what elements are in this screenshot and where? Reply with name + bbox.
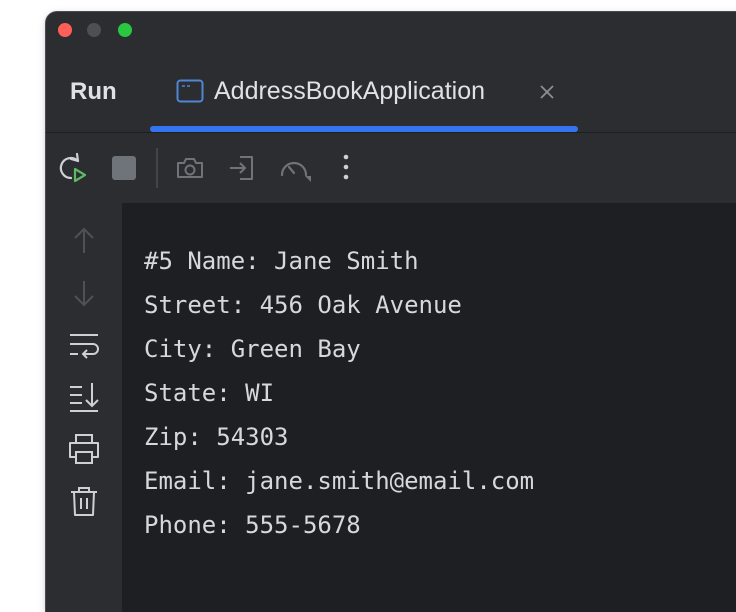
console-line: State: WI	[144, 379, 275, 407]
toolbar-divider	[156, 148, 158, 188]
more-vertical-icon[interactable]	[330, 152, 362, 184]
console-side-toolbar	[46, 203, 122, 612]
window-maximize-button[interactable]	[118, 23, 132, 37]
print-icon[interactable]	[66, 431, 102, 467]
title-bar	[46, 12, 736, 52]
console-line: Zip: 54303	[144, 423, 289, 451]
window-minimize-button[interactable]	[87, 23, 101, 37]
tab-title: AddressBookApplication	[214, 77, 485, 105]
tab-bar: Run AddressBookApplication	[46, 52, 736, 133]
console-line: Street: 456 Oak Avenue	[144, 291, 462, 319]
run-toolbar	[46, 133, 736, 203]
stop-icon[interactable]	[108, 152, 140, 184]
active-tab-indicator	[150, 126, 578, 132]
console-lines: #5 Name: Jane Smith Street: 456 Oak Aven…	[144, 239, 534, 547]
soft-wrap-icon[interactable]	[66, 327, 102, 363]
console-line: #5 Name: Jane Smith	[144, 247, 419, 275]
console-line: Phone: 555-5678	[144, 511, 361, 539]
arrow-down-icon[interactable]	[66, 275, 102, 311]
camera-icon[interactable]	[174, 152, 206, 184]
console-window-icon	[176, 79, 204, 103]
run-tool-window: Run AddressBookApplication #5 Name: Jane…	[46, 12, 736, 612]
console-line: Email: jane.smith@email.com	[144, 467, 535, 495]
rerun-icon[interactable]	[56, 152, 88, 184]
trash-icon[interactable]	[66, 483, 102, 519]
console-output[interactable]: #5 Name: Jane Smith Street: 456 Oak Aven…	[122, 203, 736, 612]
profiler-icon[interactable]	[278, 152, 311, 184]
console-line: City: Green Bay	[144, 335, 361, 363]
arrow-up-icon[interactable]	[66, 223, 102, 259]
window-close-button[interactable]	[58, 23, 72, 37]
tab-addressbookapplication[interactable]: AddressBookApplication	[150, 52, 578, 132]
close-icon[interactable]	[538, 83, 556, 101]
attach-debugger-icon[interactable]	[226, 152, 258, 184]
scroll-to-end-icon[interactable]	[66, 379, 102, 415]
tool-window-title: Run	[70, 78, 117, 105]
